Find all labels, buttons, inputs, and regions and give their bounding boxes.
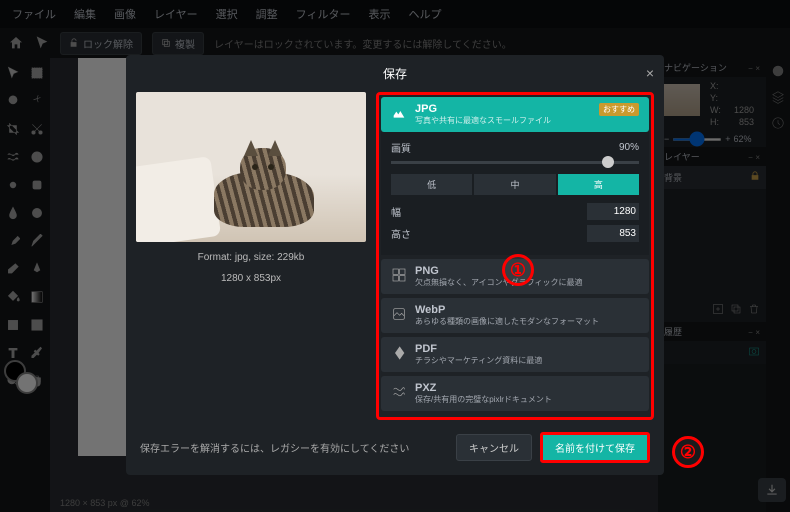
annotation-1: ① <box>502 254 534 286</box>
width-input[interactable] <box>587 203 639 220</box>
dimensions-info: 1280 x 853px <box>136 273 366 284</box>
legacy-message: 保存エラーを解消するには、レガシーを有効にしてください <box>140 440 448 455</box>
annotation-2: ② <box>672 436 704 468</box>
format-name: PXZ <box>415 382 639 394</box>
quality-label: 画質 <box>391 140 411 155</box>
webp-icon <box>391 306 407 322</box>
format-info: Format: jpg, size: 229kb <box>136 252 366 263</box>
format-desc: チラシやマーケティング資料に最適 <box>415 355 639 366</box>
quality-slider[interactable] <box>391 161 639 164</box>
format-webp[interactable]: WebPあらゆる種類の画像に適したモダンなフォーマット <box>381 298 649 333</box>
save-as-button[interactable]: 名前を付けて保存 <box>540 432 650 463</box>
format-name: PDF <box>415 343 639 355</box>
format-desc: 写真や共有に最適なスモールファイル <box>415 115 591 126</box>
close-icon[interactable]: × <box>646 65 654 81</box>
pdf-icon <box>391 345 407 361</box>
height-label: 高さ <box>391 226 411 241</box>
quality-high-button[interactable]: 高 <box>558 174 639 195</box>
cancel-button[interactable]: キャンセル <box>456 434 532 461</box>
format-pdf[interactable]: PDFチラシやマーケティング資料に最適 <box>381 337 649 372</box>
format-name: WebP <box>415 304 639 316</box>
format-name: JPG <box>415 103 591 115</box>
format-pxz[interactable]: PXZ保存/共有用の完璧なpixlrドキュメント <box>381 376 649 411</box>
format-desc: 保存/共有用の完璧なpixlrドキュメント <box>415 394 639 405</box>
recommended-badge: おすすめ <box>599 103 639 116</box>
jpg-icon <box>391 105 407 121</box>
quality-value: 90% <box>619 142 639 153</box>
width-label: 幅 <box>391 204 401 219</box>
height-input[interactable] <box>587 225 639 242</box>
format-jpg[interactable]: JPG 写真や共有に最適なスモールファイル おすすめ <box>381 97 649 132</box>
save-dialog: 保存 × Format: jpg, size: 229kb 1280 x 853… <box>126 55 664 475</box>
pxz-icon <box>391 384 407 400</box>
preview-column: Format: jpg, size: 229kb 1280 x 853px <box>136 92 366 420</box>
dialog-title: 保存 <box>383 67 407 81</box>
preview-image <box>136 92 366 242</box>
format-desc: あらゆる種類の画像に適したモダンなフォーマット <box>415 316 639 327</box>
png-icon <box>391 267 407 283</box>
quality-low-button[interactable]: 低 <box>391 174 472 195</box>
quality-mid-button[interactable]: 中 <box>474 174 555 195</box>
jpg-settings: 画質 90% 低 中 高 幅 高さ <box>381 132 649 255</box>
